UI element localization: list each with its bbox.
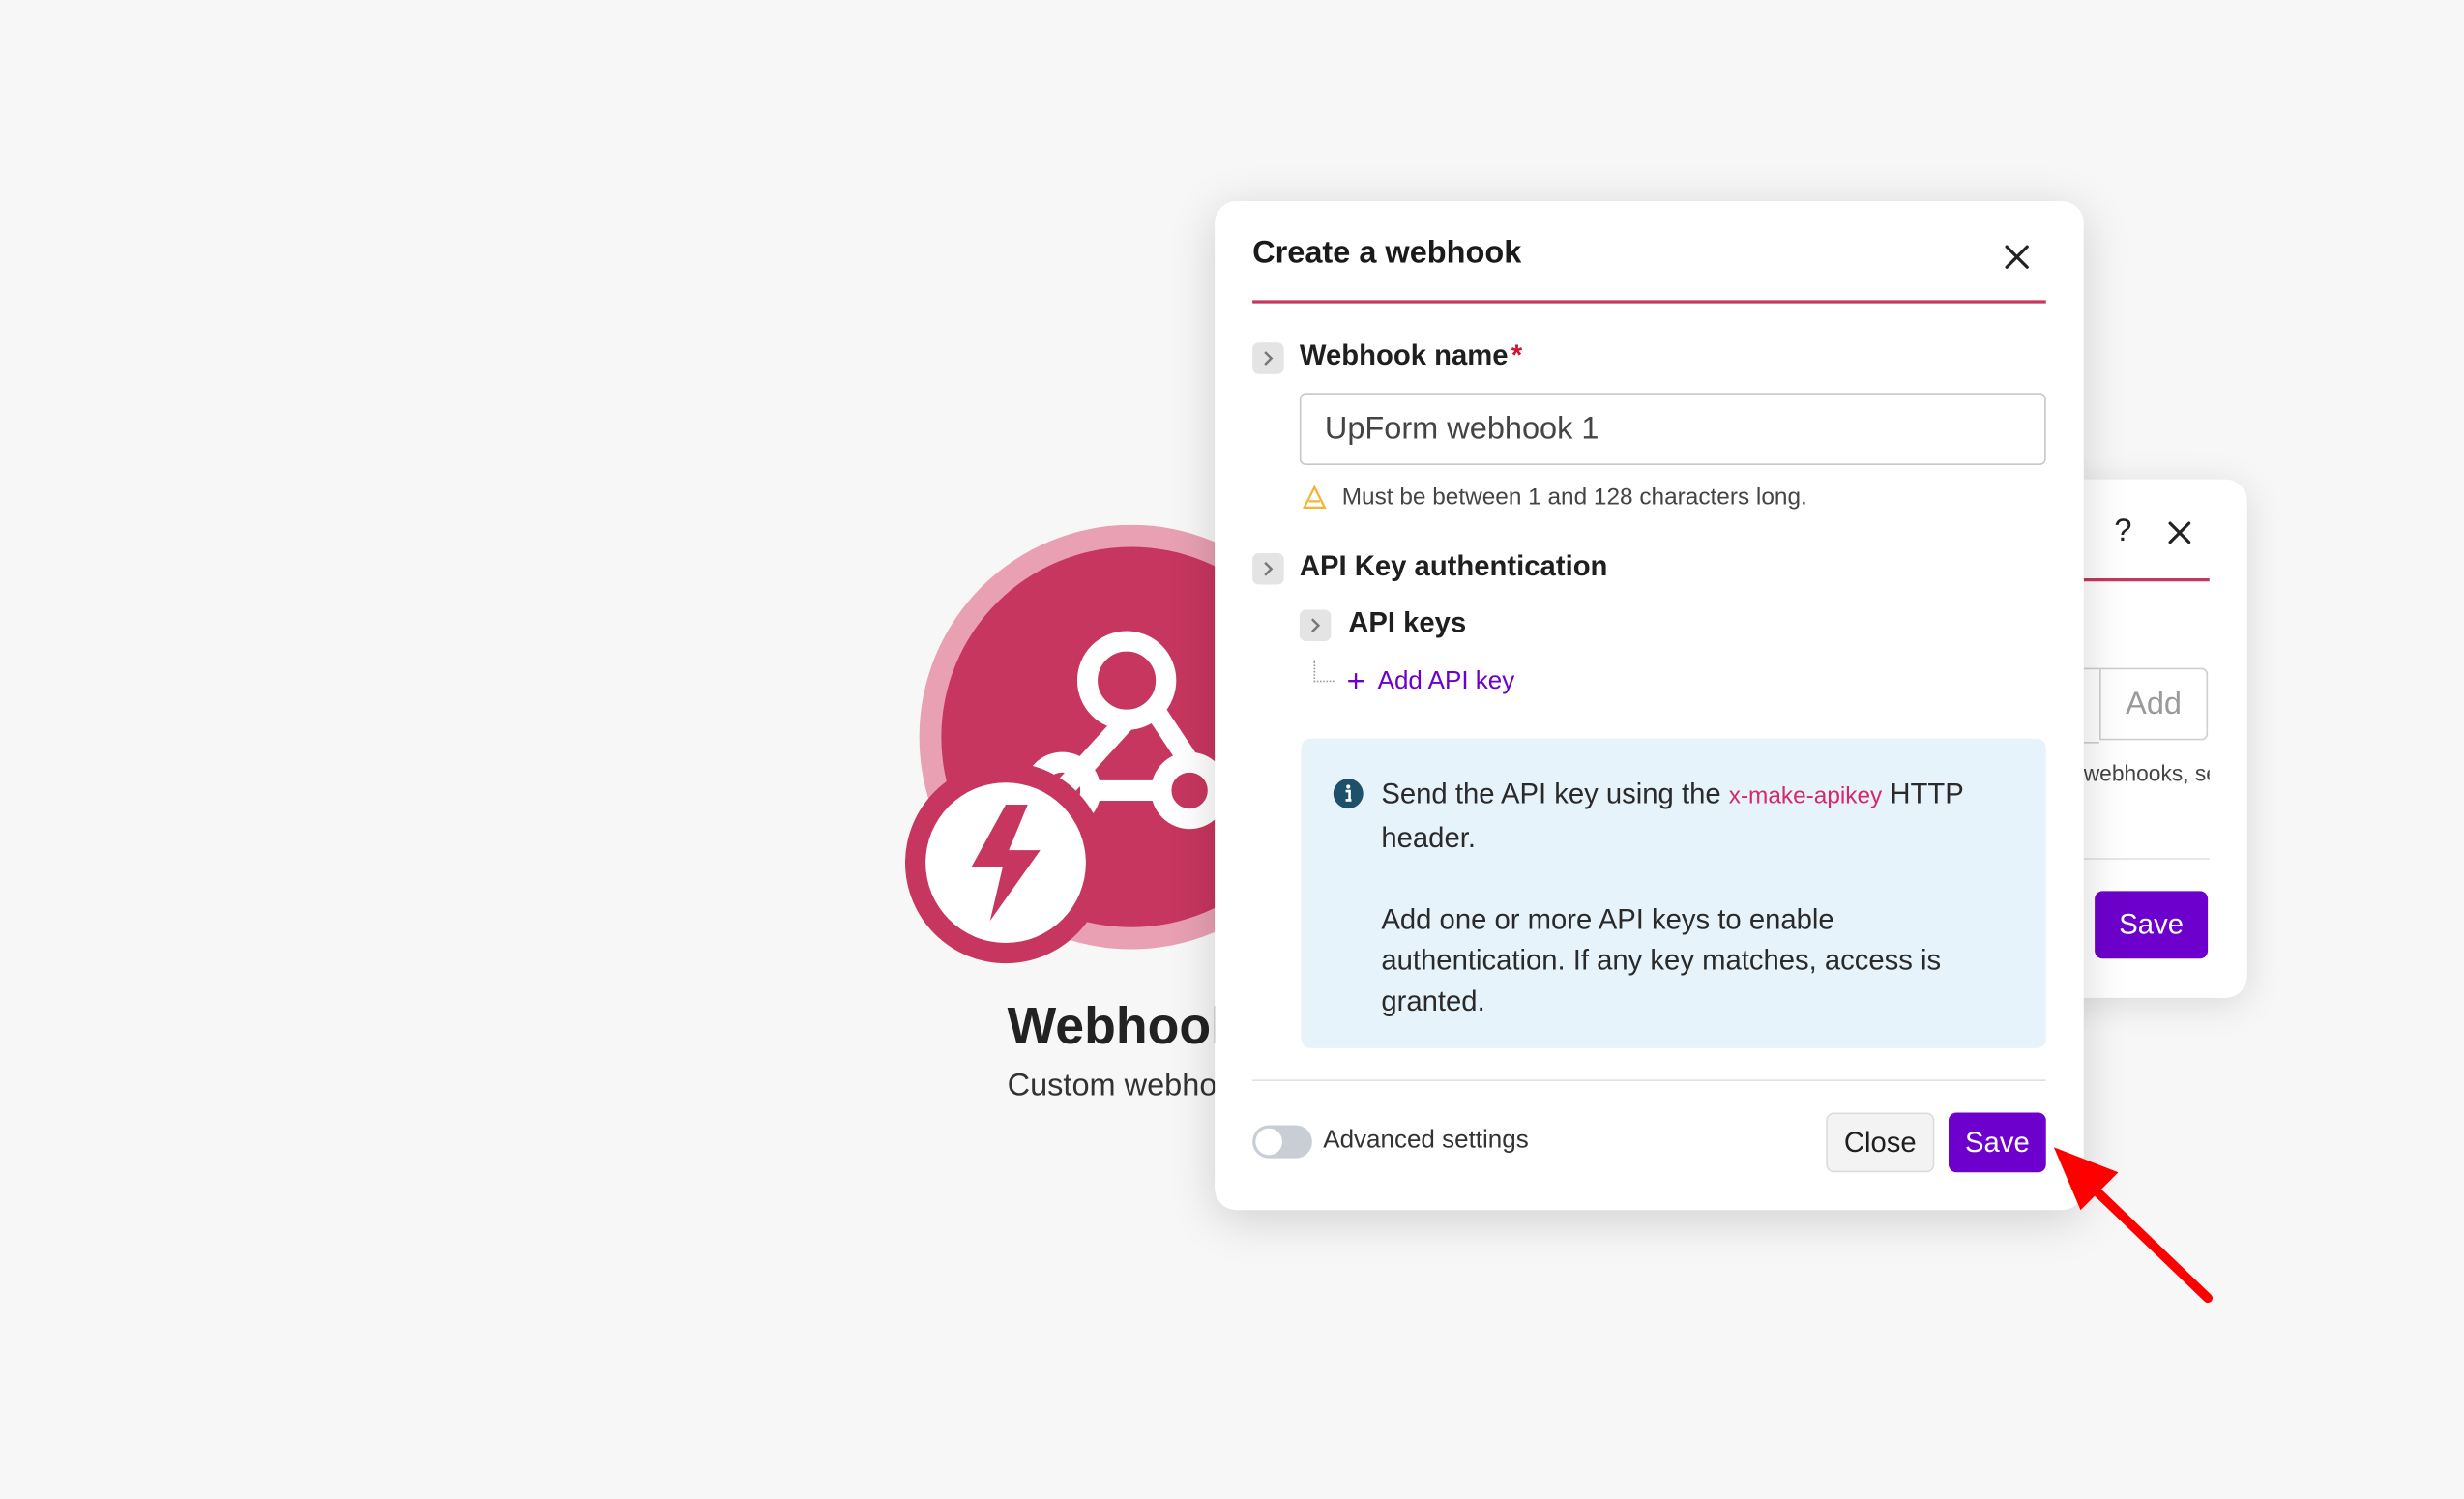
- api-key-authentication-label: API Key authentication: [1299, 549, 1608, 582]
- close-icon[interactable]: [2002, 242, 2032, 272]
- header-name-code: x-make-apikey: [1728, 782, 1883, 809]
- plus-icon: +: [1346, 664, 1365, 700]
- chevron-right-icon[interactable]: [1299, 609, 1332, 641]
- chevron-right-icon[interactable]: [1252, 553, 1284, 585]
- background-save-button[interactable]: Save: [2095, 891, 2209, 959]
- info-line-2: Add one or more API keys to enable authe…: [1381, 903, 1942, 1017]
- help-icon[interactable]: ?: [2110, 514, 2135, 549]
- webhook-name-input[interactable]: [1299, 393, 2046, 465]
- dialog-title: Create a webhook: [1252, 235, 1522, 271]
- close-button[interactable]: Close: [1826, 1112, 1935, 1173]
- background-footer-divider: [2083, 858, 2210, 860]
- warning-icon: [1303, 485, 1327, 510]
- tree-connector: [1313, 660, 1335, 683]
- info-text: Send the API key using the x-make-apikey…: [1381, 774, 2009, 1022]
- webhook-name-label-text: Webhook name: [1299, 339, 1509, 371]
- dialog-footer-divider: [1252, 1079, 2046, 1081]
- background-dialog-divider: [2083, 578, 2210, 582]
- annotation-arrow-icon: [2053, 1147, 2213, 1304]
- webhook-name-label: Webhook name *: [1300, 339, 1522, 372]
- background-dialog-input[interactable]: [2083, 667, 2099, 744]
- info-line-1: Send the API key using the x-make-apikey…: [1381, 774, 2009, 859]
- api-keys-label: API keys: [1348, 606, 1467, 638]
- advanced-settings-toggle[interactable]: [1252, 1125, 1312, 1159]
- advanced-settings-label: Advanced settings: [1323, 1127, 1529, 1154]
- page-stage: Webhooks Custom webhook ? Add webhooks, …: [0, 0, 2464, 1499]
- add-api-key-link[interactable]: + Add API key: [1347, 666, 1515, 698]
- chevron-right-icon[interactable]: [1252, 342, 1284, 374]
- background-help-text: webhooks, see: [2083, 760, 2210, 786]
- add-button[interactable]: Add: [2099, 667, 2209, 741]
- webhook-name-hint: Must be between 1 and 128 characters lon…: [1341, 484, 1807, 512]
- module-subtitle: Custom webhook: [1007, 1069, 1250, 1103]
- info-icon: [1333, 779, 1364, 809]
- dialog-title-divider: [1252, 300, 2046, 304]
- save-button[interactable]: Save: [1949, 1112, 2046, 1173]
- info-line-1-start: Send the API key using the: [1381, 778, 1729, 809]
- close-icon[interactable]: [2165, 518, 2193, 546]
- required-marker: *: [1511, 339, 1523, 371]
- add-api-key-label: Add API key: [1377, 667, 1515, 695]
